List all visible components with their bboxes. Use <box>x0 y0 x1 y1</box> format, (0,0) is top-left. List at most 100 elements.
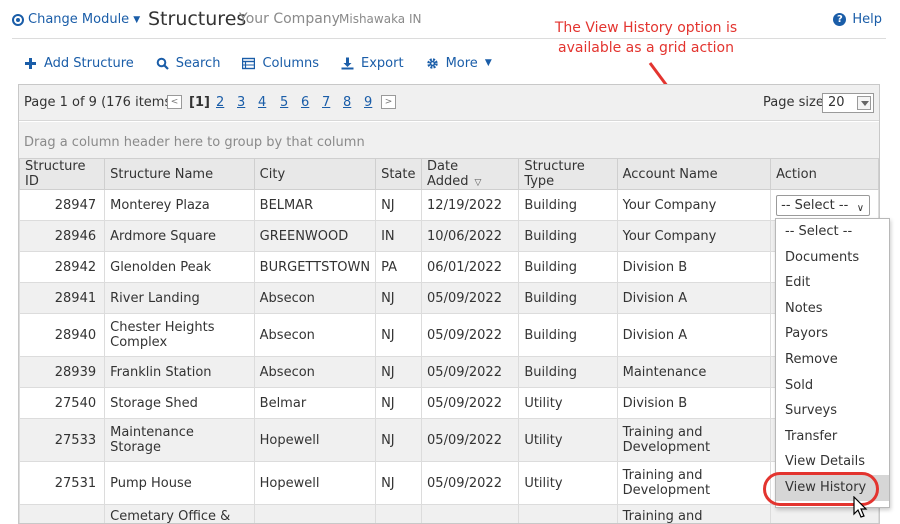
add-structure-button[interactable]: Add Structure <box>24 56 134 71</box>
column-header-city[interactable]: City <box>254 159 375 190</box>
cell-structure-id: 28940 <box>20 314 105 357</box>
menu-item-select[interactable]: -- Select -- <box>776 219 889 245</box>
cell-city <box>254 505 375 524</box>
top-bar: Change Module ▼ Structures Your Company … <box>0 0 900 40</box>
current-page: [1] <box>189 95 210 110</box>
cell-city: Absecon <box>254 357 375 388</box>
table-row[interactable]: 28942 Glenolden Peak BURGETTSTOWN PA 06/… <box>20 252 879 283</box>
cell-structure-id: 28941 <box>20 283 105 314</box>
page-link[interactable]: 5 <box>280 95 288 110</box>
cell-structure-name: Chester Heights Complex <box>105 314 255 357</box>
toolbar: Add Structure Search Columns Export More… <box>24 54 514 72</box>
table-row[interactable]: 28947 Monterey Plaza BELMAR NJ 12/19/202… <box>20 190 879 221</box>
cell-account-name: Division B <box>617 252 771 283</box>
cell-city: Belmar <box>254 388 375 419</box>
export-icon <box>341 57 354 70</box>
menu-item-transfer[interactable]: Transfer <box>776 424 889 450</box>
column-header-date-added[interactable]: Date Added▽ <box>422 159 519 190</box>
search-label: Search <box>176 56 221 71</box>
cell-structure-id <box>20 505 105 524</box>
cell-account-name: Division A <box>617 314 771 357</box>
page-size-select[interactable]: 20 <box>822 93 874 113</box>
menu-item-sold[interactable]: Sold <box>776 373 889 399</box>
column-header-state[interactable]: State <box>376 159 422 190</box>
menu-item-payors[interactable]: Payors <box>776 321 889 347</box>
search-button[interactable]: Search <box>156 56 221 71</box>
table-row[interactable]: 28946 Ardmore Square GREENWOOD IN 10/06/… <box>20 221 879 252</box>
columns-button[interactable]: Columns <box>242 56 319 71</box>
cell-account-name: Training and Development <box>617 462 771 505</box>
cell-city: Absecon <box>254 283 375 314</box>
add-structure-label: Add Structure <box>44 56 134 71</box>
cell-date-added: 06/01/2022 <box>422 252 519 283</box>
menu-item-remove[interactable]: Remove <box>776 347 889 373</box>
cell-structure-type: Building <box>519 314 617 357</box>
change-module-menu[interactable]: Change Module ▼ <box>12 12 140 27</box>
column-header-structure-id[interactable]: Structure ID <box>20 159 105 190</box>
export-label: Export <box>361 56 404 71</box>
cell-city: BURGETTSTOWN <box>254 252 375 283</box>
page-link[interactable]: 9 <box>364 95 372 110</box>
cell-date-added: 05/09/2022 <box>422 388 519 419</box>
column-header-action[interactable]: Action <box>771 159 879 190</box>
column-header-structure-name[interactable]: Structure Name <box>105 159 255 190</box>
table-row[interactable]: 27531 Pump House Hopewell NJ 05/09/2022 … <box>20 462 879 505</box>
date-added-label: Date Added <box>427 159 468 189</box>
cell-structure-id: 28939 <box>20 357 105 388</box>
table-row[interactable]: 27540 Storage Shed Belmar NJ 05/09/2022 … <box>20 388 879 419</box>
annotation-line-2: available as a grid action <box>553 38 739 58</box>
page-size-label: Page size: <box>763 95 828 110</box>
cell-account-name: Maintenance <box>617 357 771 388</box>
table-row[interactable]: Cemetary Office & Training and <box>20 505 879 524</box>
cell-structure-id: 27531 <box>20 462 105 505</box>
cell-date-added: 05/09/2022 <box>422 357 519 388</box>
cell-structure-type: Building <box>519 283 617 314</box>
table-row[interactable]: 28941 River Landing Absecon NJ 05/09/202… <box>20 283 879 314</box>
column-header-account-name[interactable]: Account Name <box>617 159 771 190</box>
help-link[interactable]: ? Help <box>833 12 882 27</box>
menu-item-surveys[interactable]: Surveys <box>776 398 889 424</box>
mouse-cursor-icon <box>853 496 871 520</box>
structures-grid: Page 1 of 9 (176 items) < [1] 2 3 4 5 6 … <box>18 84 880 524</box>
page-link[interactable]: 3 <box>237 95 245 110</box>
page-link[interactable]: 8 <box>343 95 351 110</box>
cell-account-name: Division A <box>617 283 771 314</box>
cell-account-name: Training and Development <box>617 419 771 462</box>
header-divider <box>12 38 886 39</box>
cell-structure-name: Maintenance Storage <box>105 419 255 462</box>
cell-state: PA <box>376 252 422 283</box>
cell-structure-id: 28947 <box>20 190 105 221</box>
more-label: More <box>446 56 478 71</box>
export-button[interactable]: Export <box>341 56 404 71</box>
columns-label: Columns <box>262 56 319 71</box>
cell-structure-id: 27540 <box>20 388 105 419</box>
action-select-value: -- Select -- <box>781 198 848 213</box>
cell-action: -- Select -- ∨ <box>771 190 879 221</box>
table-row[interactable]: 28940 Chester Heights Complex Absecon NJ… <box>20 314 879 357</box>
group-by-panel[interactable]: Drag a column header here to group by th… <box>19 122 879 158</box>
action-select[interactable]: -- Select -- ∨ <box>776 195 870 216</box>
cell-structure-name: Ardmore Square <box>105 221 255 252</box>
cell-structure-type: Utility <box>519 419 617 462</box>
page-link[interactable]: 6 <box>301 95 309 110</box>
cell-structure-type: Building <box>519 357 617 388</box>
cell-date-added: 05/09/2022 <box>422 419 519 462</box>
cell-city: Absecon <box>254 314 375 357</box>
next-page-button[interactable]: > <box>381 95 396 109</box>
prev-page-button[interactable]: < <box>167 95 182 109</box>
table-row[interactable]: 28939 Franklin Station Absecon NJ 05/09/… <box>20 357 879 388</box>
annotation-line-1: The View History option is <box>553 18 739 38</box>
page-link[interactable]: 4 <box>258 95 266 110</box>
column-header-structure-type[interactable]: Structure Type <box>519 159 617 190</box>
page-link[interactable]: 7 <box>322 95 330 110</box>
cell-date-added: 12/19/2022 <box>422 190 519 221</box>
structures-table: Structure ID Structure Name City State D… <box>19 158 879 524</box>
menu-item-documents[interactable]: Documents <box>776 245 889 271</box>
page-link[interactable]: 2 <box>216 95 224 110</box>
more-menu-button[interactable]: More ▼ <box>426 56 492 71</box>
menu-item-notes[interactable]: Notes <box>776 296 889 322</box>
table-row[interactable]: 27533 Maintenance Storage Hopewell NJ 05… <box>20 419 879 462</box>
cell-account-name: Your Company <box>617 221 771 252</box>
menu-item-edit[interactable]: Edit <box>776 270 889 296</box>
page-size-value: 20 <box>828 95 845 110</box>
